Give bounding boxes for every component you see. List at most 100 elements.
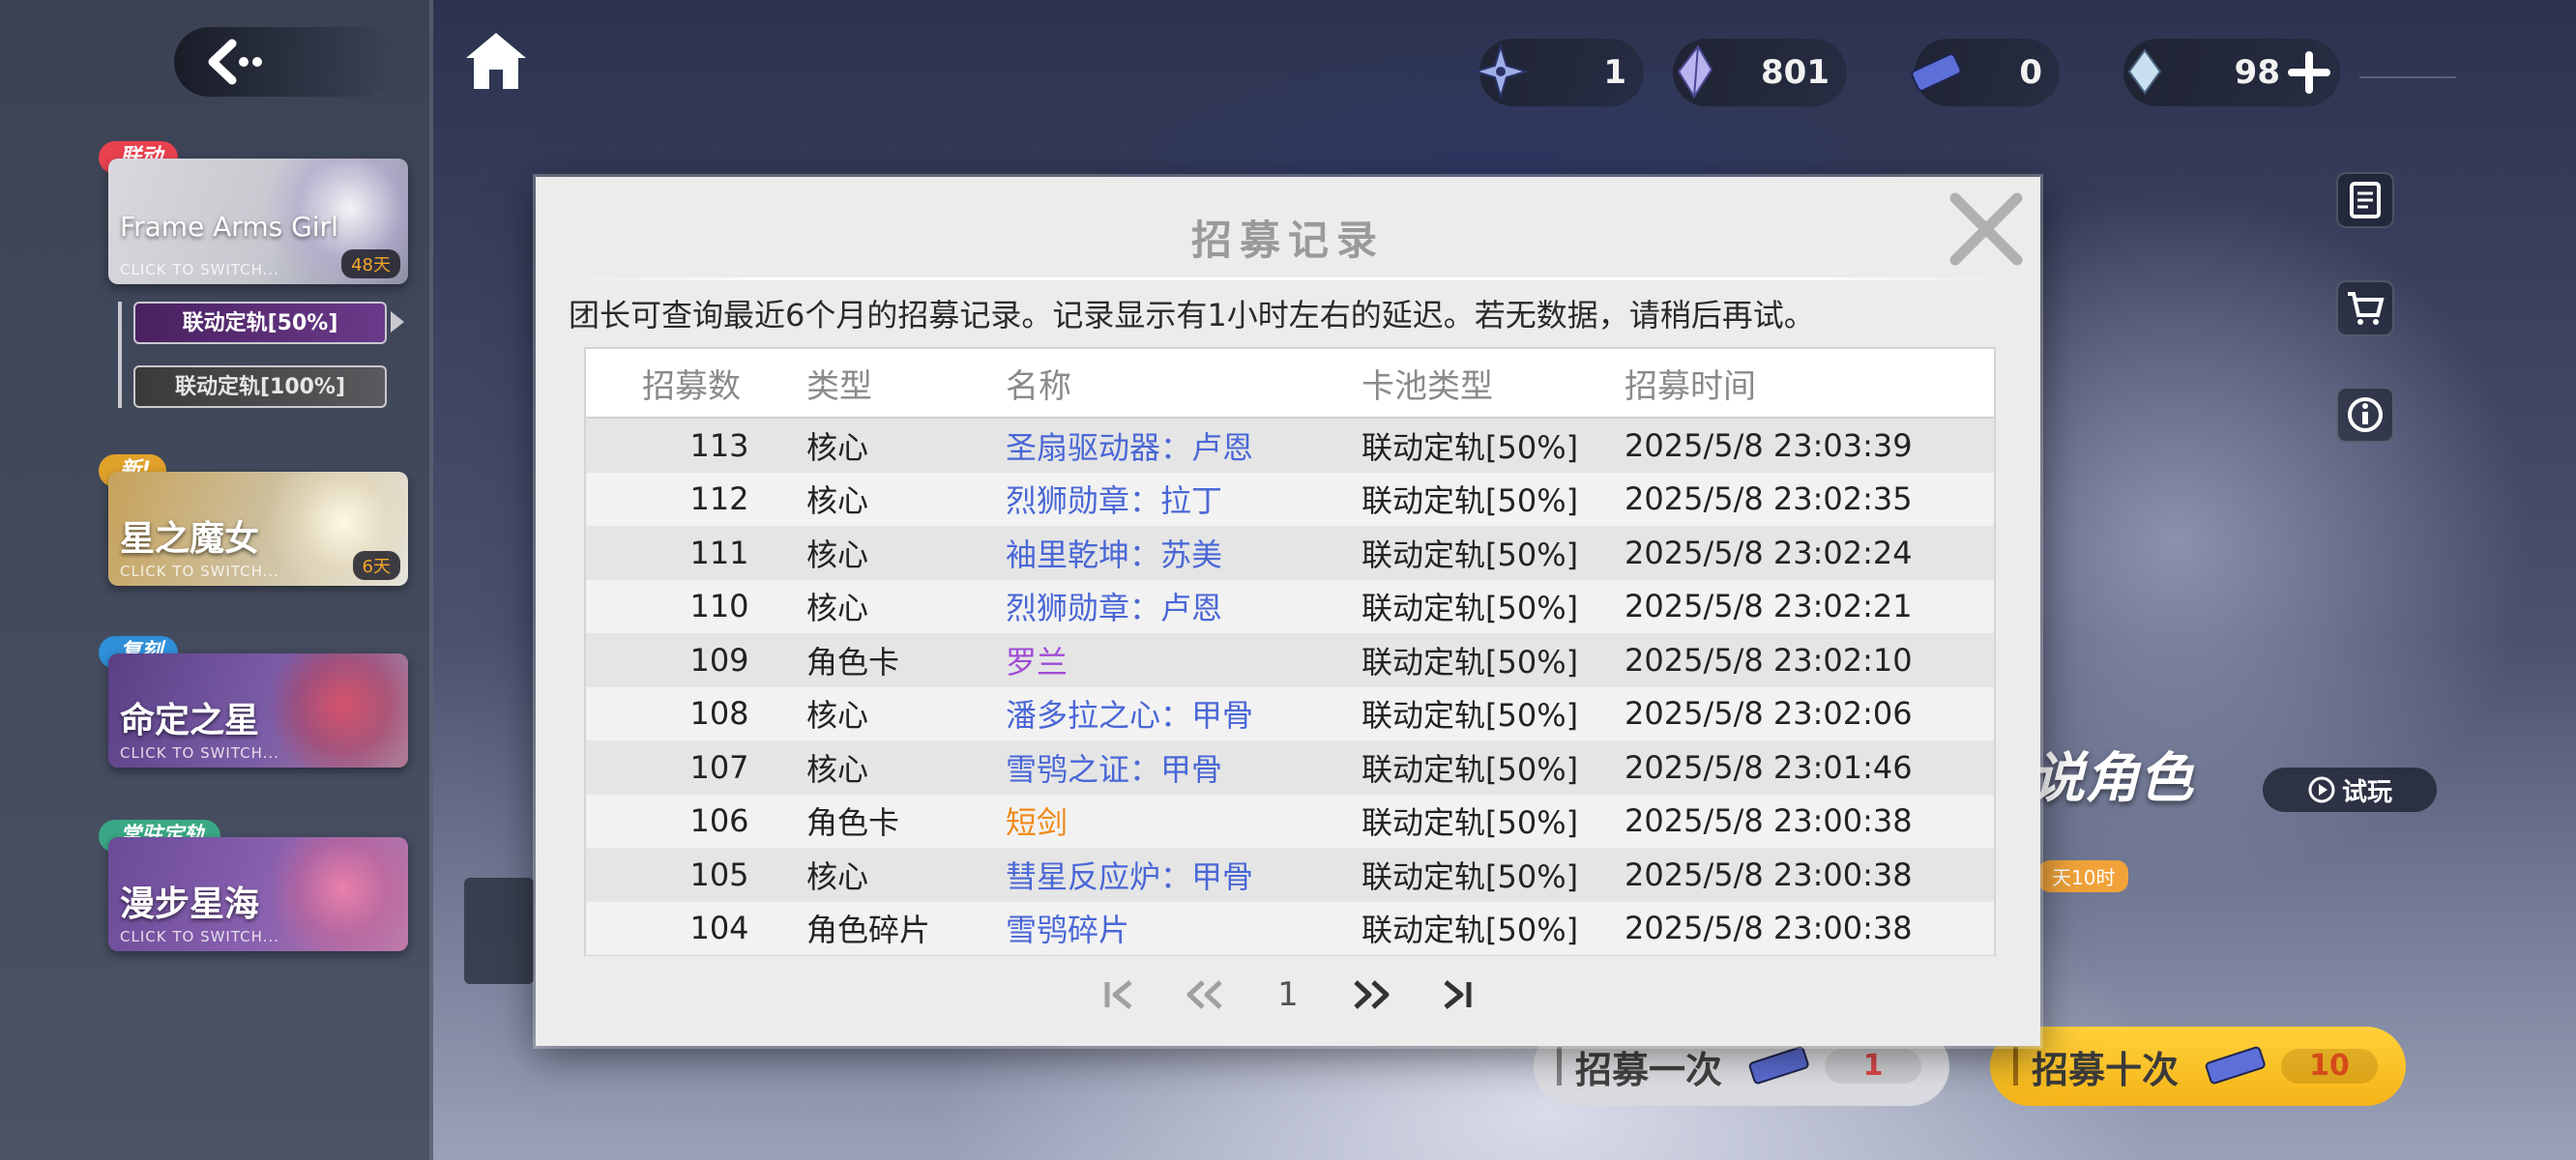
resource-value: 801: [1761, 53, 1830, 92]
cell-type: 角色卡: [806, 804, 900, 842]
banner-days: 6天: [352, 551, 400, 580]
cell-time: 2025/5/8 23:01:46: [1625, 748, 1913, 786]
table-row: 112 核心 烈狮勋章：拉丁 联动定轨[50%] 2025/5/8 23:02:35: [586, 472, 1994, 526]
shuriken-icon: [1472, 43, 1530, 101]
sub-tab-collab-50[interactable]: 联动定轨[50%]: [133, 302, 387, 344]
cell-pool: 联动定轨[50%]: [1361, 428, 1579, 466]
table-row: 106 角色卡 短剑 联动定轨[50%] 2025/5/8 23:00:38: [586, 794, 1994, 848]
banner-frame-arms-girl[interactable]: Frame Arms Girl CLICK TO SWITCH... 48天: [108, 159, 408, 284]
table-row: 113 核心 圣扇驱动器：卢恩 联动定轨[50%] 2025/5/8 23:03:39: [586, 419, 1994, 473]
cell-time: 2025/5/8 23:02:21: [1625, 588, 1913, 625]
close-icon: [1949, 192, 2023, 266]
cell-pool: 联动定轨[50%]: [1361, 804, 1579, 842]
last-page-button[interactable]: [1414, 968, 1501, 1022]
back-button[interactable]: [174, 27, 396, 97]
home-button[interactable]: [462, 29, 530, 93]
resource-crystal[interactable]: 801: [1673, 39, 1847, 106]
time-remaining-tag: 天10时: [2038, 860, 2129, 892]
cell-type: 核心: [806, 536, 869, 573]
cell-pool: 联动定轨[50%]: [1361, 643, 1579, 681]
info-button[interactable]: [2336, 387, 2394, 443]
close-button[interactable]: [1942, 185, 2031, 274]
document-icon: [2350, 182, 2381, 218]
last-page-icon: [1444, 980, 1472, 1009]
cell-count: 111: [689, 534, 749, 571]
first-page-icon: [1104, 980, 1132, 1009]
cell-count: 109: [689, 641, 749, 679]
resource-value: 98: [2234, 53, 2280, 92]
banner-portrait: [263, 837, 408, 951]
cell-time: 2025/5/8 23:00:38: [1625, 910, 1913, 947]
first-page-button[interactable]: [1075, 968, 1162, 1022]
cell-count: 104: [689, 910, 749, 947]
sub-tab-pointer-icon: [391, 311, 404, 333]
resource-ticket[interactable]: 0: [1911, 39, 2060, 106]
table-header: 招募数 类型 名称 卡池类型 招募时间: [586, 349, 1994, 419]
ticket-icon: [2205, 1046, 2266, 1085]
cell-count: 108: [689, 695, 749, 733]
banner-sub: CLICK TO SWITCH...: [120, 261, 279, 278]
banner-name: 命定之星: [120, 701, 260, 740]
table-row: 107 核心 雪鸮之证：甲骨 联动定轨[50%] 2025/5/8 23:01:46: [586, 740, 1994, 795]
cell-count: 113: [689, 426, 749, 464]
next-page-button[interactable]: [1327, 968, 1414, 1022]
cell-name: 潘多拉之心：甲骨: [1006, 697, 1254, 735]
shop-button[interactable]: [2336, 280, 2394, 336]
banner-name: 星之魔女: [120, 519, 260, 559]
cell-name: 烈狮勋章：卢恩: [1006, 590, 1223, 627]
table-row: 105 核心 彗星反应炉：甲骨 联动定轨[50%] 2025/5/8 23:00:38: [586, 848, 1994, 902]
banner-sub: CLICK TO SWITCH...: [120, 744, 279, 762]
notice-button[interactable]: [2336, 172, 2394, 228]
cell-type: 角色碎片: [806, 912, 931, 949]
banner-destined-star[interactable]: 命定之星 CLICK TO SWITCH...: [108, 653, 408, 768]
ticket-icon: [1748, 1046, 1809, 1085]
gem-icon: [2127, 48, 2162, 95]
banner-star-witch[interactable]: 星之魔女 CLICK TO SWITCH... 6天: [108, 472, 408, 586]
cell-pool: 联动定轨[50%]: [1361, 912, 1579, 949]
cell-type: 核心: [806, 482, 869, 520]
banner-portrait: [263, 653, 408, 768]
cell-name: 袖里乾坤：苏美: [1006, 536, 1223, 573]
col-header-pool: 卡池类型: [1361, 366, 1493, 406]
banner-days: 48天: [341, 249, 400, 278]
resource-gem[interactable]: 98: [2123, 39, 2340, 106]
cell-time: 2025/5/8 23:02:24: [1625, 534, 1913, 571]
cell-count: 107: [689, 748, 749, 786]
banner-sub: CLICK TO SWITCH...: [120, 563, 279, 580]
prev-page-button[interactable]: [1162, 968, 1249, 1022]
pagination: 1: [536, 968, 2040, 1022]
cell-type: 角色卡: [806, 643, 900, 681]
trial-button[interactable]: 试玩: [2263, 768, 2437, 812]
resource-value: 1: [1603, 53, 1626, 92]
add-currency-icon[interactable]: [2288, 51, 2330, 94]
resource-value: 0: [2019, 53, 2042, 92]
cell-type: 核心: [806, 590, 869, 627]
resource-divider: [2359, 76, 2456, 78]
cell-name: 彗星反应炉：甲骨: [1006, 857, 1254, 895]
trial-label: 试玩: [2341, 777, 2392, 807]
banner-stroll-stars[interactable]: 漫步星海 CLICK TO SWITCH...: [108, 837, 408, 951]
cell-count: 110: [689, 588, 749, 625]
button-accent-bar: [2013, 1047, 2018, 1086]
col-header-time: 招募时间: [1625, 366, 1756, 406]
cell-name: 雪鸮碎片: [1006, 912, 1130, 949]
double-chevron-right-icon: [1354, 980, 1390, 1009]
cell-pool: 联动定轨[50%]: [1361, 697, 1579, 735]
cell-time: 2025/5/8 23:00:38: [1625, 856, 1913, 893]
table-row: 108 核心 潘多拉之心：甲骨 联动定轨[50%] 2025/5/8 23:02:06: [586, 686, 1994, 740]
pull-ten-button[interactable]: 招募十次 10: [1990, 1027, 2406, 1106]
cell-pool: 联动定轨[50%]: [1361, 590, 1579, 627]
resource-shuriken[interactable]: 1: [1472, 39, 1644, 106]
table-body: 113 核心 圣扇驱动器：卢恩 联动定轨[50%] 2025/5/8 23:03:39 1…: [586, 419, 1994, 955]
sub-tab-collab-100[interactable]: 联动定轨[100%]: [133, 365, 387, 408]
table-row: 109 角色卡 罗兰 联动定轨[50%] 2025/5/8 23:02:10: [586, 633, 1994, 687]
cell-time: 2025/5/8 23:02:35: [1625, 480, 1913, 518]
cell-pool: 联动定轨[50%]: [1361, 482, 1579, 520]
pull-ten-cost: 10: [2281, 1049, 2379, 1084]
cell-name: 罗兰: [1006, 643, 1068, 681]
pull-once-cost: 1: [1825, 1049, 1922, 1084]
cell-count: 105: [689, 856, 749, 893]
cell-name: 圣扇驱动器：卢恩: [1006, 428, 1254, 466]
current-page-number: 1: [1277, 975, 1299, 1014]
table-row: 111 核心 袖里乾坤：苏美 联动定轨[50%] 2025/5/8 23:02:24: [586, 526, 1994, 580]
